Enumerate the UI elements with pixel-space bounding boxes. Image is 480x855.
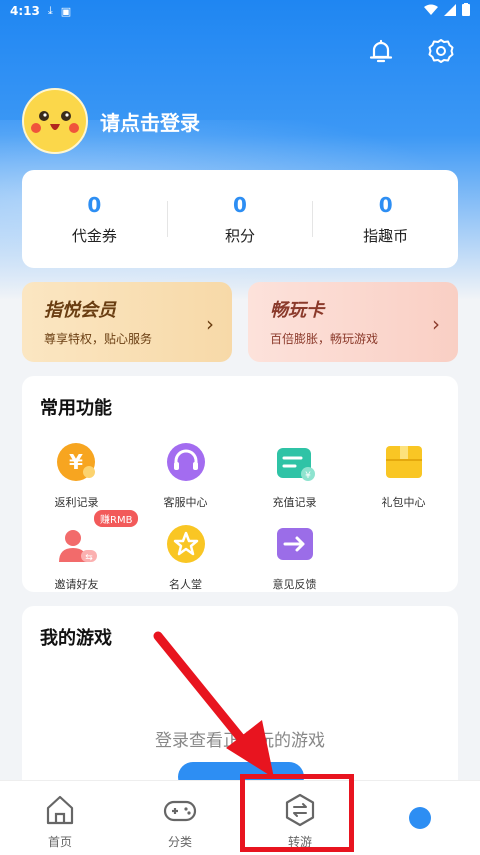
gamepad-icon [163,800,197,822]
wifi-icon [424,4,438,15]
feedback-icon [276,528,313,560]
function-rebate-records[interactable]: ¥ 返利记录 [22,438,131,510]
stat-label: 指趣币 [363,226,409,245]
function-recharge-records[interactable]: ¥ 充值记录 [240,438,349,510]
profile-dot-icon [409,807,431,829]
invite-icon: ⇆ [58,530,97,563]
promo-subtitle: 尊享特权，贴心服务 [44,332,153,346]
function-label: 名人堂 [169,578,202,591]
stat-label: 积分 [225,226,256,245]
chevron-right-icon: › [432,312,440,336]
stat-value: 0 [378,192,393,217]
gift-icon [385,446,422,478]
promo-title: 畅玩卡 [270,300,324,321]
nav-home[interactable]: 首页 [0,781,120,855]
highlight-box [240,774,354,852]
avatar[interactable] [22,88,88,154]
avatar-face-icon [31,111,79,133]
gear-icon[interactable] [428,38,454,64]
svg-text:¥: ¥ [305,471,311,481]
function-label: 意见反馈 [272,578,317,591]
promo-title: 指悦会员 [44,300,116,321]
chevron-right-icon: › [206,312,214,336]
function-gift-center[interactable]: 礼包中心 [349,438,458,510]
signal-icon [444,3,456,16]
function-feedback[interactable]: 意见反馈 [240,520,349,592]
function-invite-friends[interactable]: ⇆ 邀请好友 [22,520,131,592]
function-label: 充值记录 [272,496,317,509]
function-label: 返利记录 [54,496,99,509]
nav-mine[interactable] [360,781,480,855]
status-bar: 4:13 ⤓ ▣ [0,0,480,22]
function-customer-service[interactable]: 客服中心 [131,438,240,510]
stat-coins[interactable]: 0 指趣币 [313,193,458,246]
stat-value: 0 [87,192,102,217]
function-label: 礼包中心 [381,496,426,509]
empty-games-text: 登录查看正在玩的游戏 [155,731,325,751]
recharge-icon: ¥ [276,448,315,481]
stats-card: 0 代金券 0 积分 0 指趣币 [22,170,458,268]
svg-text:¥: ¥ [69,450,83,474]
stat-value: 0 [233,192,247,217]
bell-icon[interactable] [368,38,394,64]
home-icon [46,795,74,825]
download-icon: ⤓ [47,4,53,17]
function-label: 客服中心 [163,496,208,509]
invite-badge: 赚RMB [94,510,139,527]
status-time: 4:13 [10,4,40,18]
function-label: 邀请好友 [54,578,99,591]
nav-label: 首页 [47,835,72,849]
vip-membership-banner[interactable]: 指悦会员 尊享特权，贴心服务 › [22,282,232,362]
notification-icon: ▣ [60,4,72,18]
headset-icon [166,443,205,481]
rebate-icon: ¥ [56,443,95,481]
stat-voucher[interactable]: 0 代金券 [22,193,167,246]
stat-points[interactable]: 0 积分 [168,193,313,246]
section-title: 我的游戏 [40,628,112,649]
svg-text:⇆: ⇆ [85,553,93,563]
star-icon [166,525,205,563]
nav-label: 分类 [167,835,192,849]
battery-icon [462,3,470,16]
login-prompt[interactable]: 请点击登录 [100,107,200,136]
stat-label: 代金券 [71,226,117,245]
common-functions-card: 常用功能 ¥ 返利记录 客服中心 ¥ 充值记录 礼包中心 ⇆ 邀请好友 名人堂 … [22,376,458,592]
play-card-banner[interactable]: 畅玩卡 百倍膨胀，畅玩游戏 › [248,282,458,362]
promo-subtitle: 百倍膨胀，畅玩游戏 [270,332,379,346]
function-hall-of-fame[interactable]: 名人堂 [131,520,240,592]
section-title: 常用功能 [40,398,112,419]
nav-category[interactable]: 分类 [120,781,240,855]
